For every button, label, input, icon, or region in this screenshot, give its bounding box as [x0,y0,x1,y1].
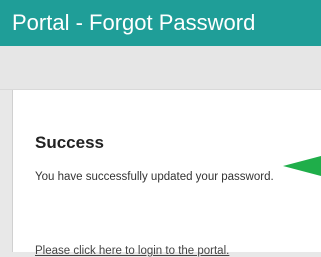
toolbar-bar [0,46,321,90]
success-message: You have successfully updated your passw… [35,171,274,183]
page-title: Portal - Forgot Password [12,10,256,35]
left-arrow-icon [283,156,321,176]
login-link[interactable]: Please click here to login to the portal… [35,245,229,257]
content-card: Success You have successfully updated yo… [12,90,321,257]
portal-header: Portal - Forgot Password [0,0,321,46]
success-title: Success [35,133,104,152]
